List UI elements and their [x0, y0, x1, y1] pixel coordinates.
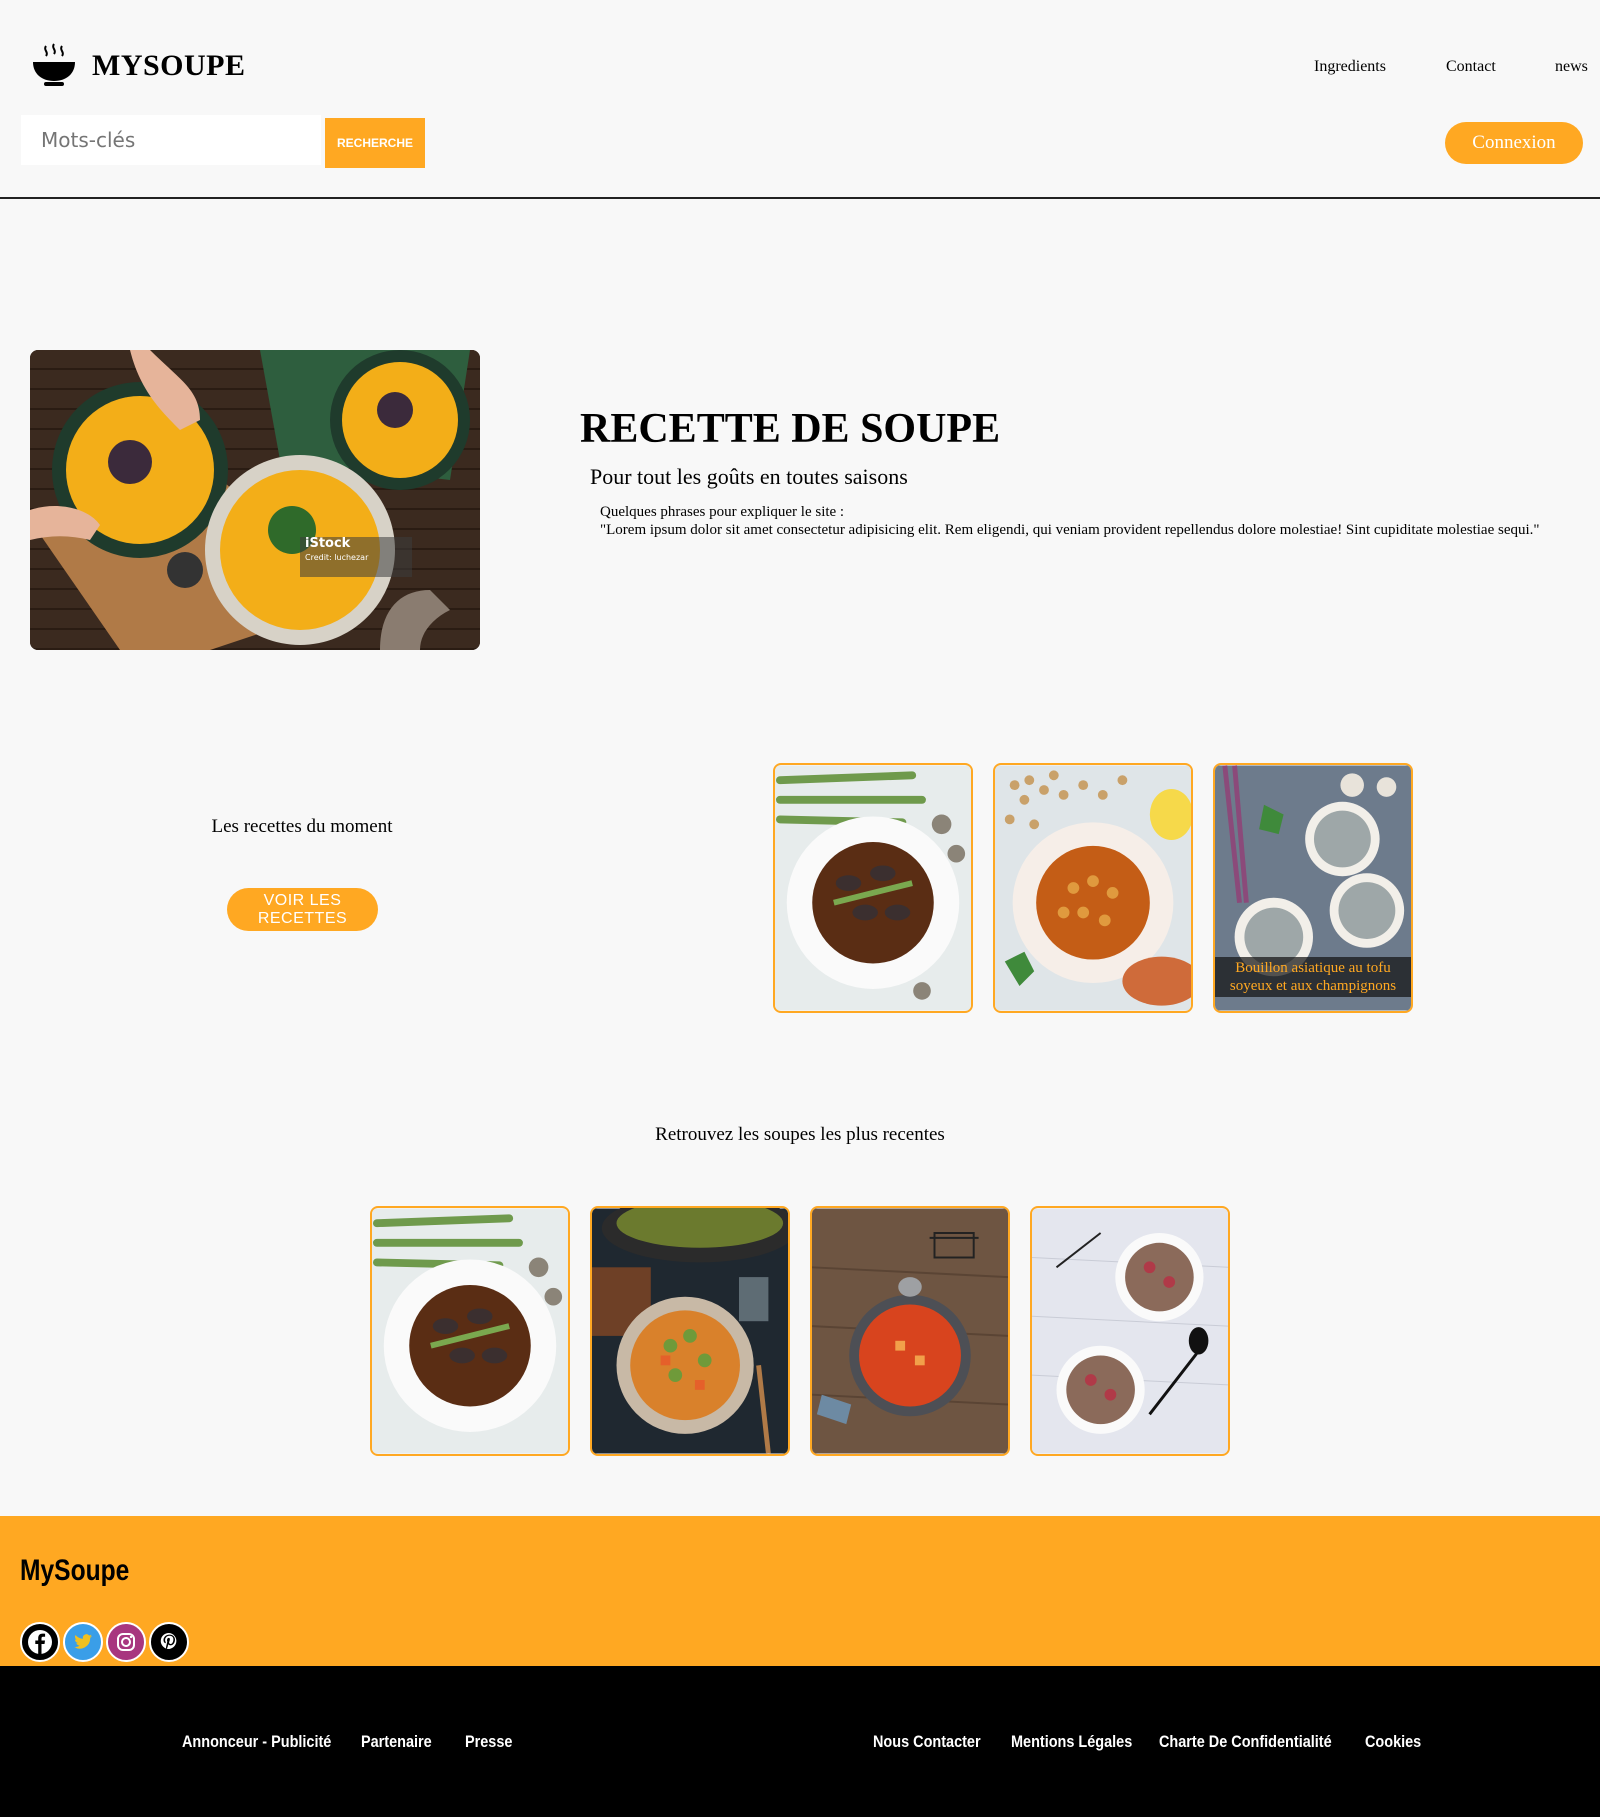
hero-credit: Credit: luchezar [305, 553, 369, 562]
footer-brand-band [0, 1516, 1600, 1666]
moment-title: Les recettes du moment [211, 816, 393, 837]
nav-ingredients[interactable]: Ingredients [1314, 58, 1386, 76]
recent-card[interactable] [810, 1206, 1010, 1456]
footer-link-contact[interactable]: Nous Contacter [873, 1732, 981, 1752]
hero-image: iStock Credit: luchezar [30, 350, 480, 650]
moment-card[interactable]: Bouillon asiatique au tofu soyeux et aux… [1213, 763, 1413, 1013]
page-title: RECETTE DE SOUPE [580, 406, 1001, 452]
hero-description: Quelques phrases pour expliquer le site … [600, 503, 1570, 539]
logo-text: MYSOUPE [92, 49, 246, 82]
site-header: MYSOUPE Ingredients Contact news RECHERC… [0, 0, 1600, 199]
search-button[interactable]: RECHERCHE [325, 118, 425, 168]
login-button[interactable]: Connexion [1445, 122, 1583, 164]
view-recipes-button[interactable]: VOIR LES RECETTES [227, 888, 378, 931]
soup-bowl-icon [33, 43, 75, 86]
nav-news[interactable]: news [1555, 58, 1588, 76]
footer-brand: MySoupe [20, 1554, 130, 1587]
recent-title: Retrouvez les soupes les plus recentes [655, 1124, 945, 1145]
hero-watermark: iStock [305, 536, 351, 551]
facebook-icon[interactable] [20, 1622, 60, 1662]
footer-link-partner[interactable]: Partenaire [361, 1732, 432, 1752]
footer-link-legal[interactable]: Mentions Légales [1011, 1732, 1132, 1752]
pinterest-icon[interactable] [149, 1622, 189, 1662]
instagram-icon[interactable] [106, 1622, 146, 1662]
hero-lorem: "Lorem ipsum dolor sit amet consectetur … [600, 522, 1540, 538]
moment-card[interactable] [993, 763, 1193, 1013]
page-subtitle: Pour tout les goûts en toutes saisons [590, 464, 908, 489]
recent-card[interactable] [1030, 1206, 1230, 1456]
footer-link-press[interactable]: Presse [465, 1732, 512, 1752]
footer-link-advertiser[interactable]: Annonceur - Publicité [182, 1732, 331, 1752]
recent-card[interactable] [370, 1206, 570, 1456]
search-input[interactable] [21, 115, 321, 165]
moment-card[interactable] [773, 763, 973, 1013]
hero-intro: Quelques phrases pour expliquer le site … [600, 504, 845, 520]
recent-card[interactable] [590, 1206, 790, 1456]
footer-link-cookies[interactable]: Cookies [1365, 1732, 1421, 1752]
card-caption: Bouillon asiatique au tofu soyeux et aux… [1215, 957, 1411, 997]
logo[interactable]: MYSOUPE [30, 42, 246, 90]
nav-contact[interactable]: Contact [1446, 58, 1496, 76]
twitter-icon[interactable] [63, 1622, 103, 1662]
footer-link-privacy[interactable]: Charte De Confidentialité [1159, 1732, 1332, 1752]
